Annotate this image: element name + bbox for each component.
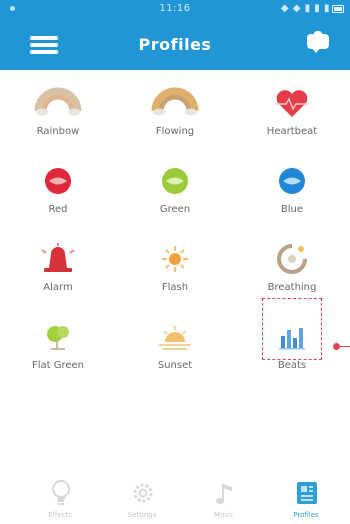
green-lips-icon [150, 162, 200, 200]
profile-flash[interactable]: Flash [117, 226, 233, 304]
lamp-icon [48, 478, 74, 508]
bottom-navigation: Effects Settings Music Profiles [0, 470, 350, 524]
status-bar: 11:16 ◆ ◆ ▮ ▮ ▮ [0, 0, 350, 18]
music-icon [212, 478, 238, 508]
heart-icon [267, 84, 317, 122]
nav-music[interactable]: Music [194, 478, 254, 522]
profile-label: Beats [277, 360, 307, 371]
profile-alarm[interactable]: Alarm [0, 226, 116, 304]
profile-flat-green[interactable]: Flat Green [0, 304, 116, 382]
app-window: 11:16 ◆ ◆ ▮ ▮ ▮ Profiles Rainbow Flowing [0, 0, 350, 524]
battery-icon [332, 5, 344, 13]
nav-effects[interactable]: Effects [30, 478, 90, 522]
annotation-pointer-dot [333, 343, 340, 350]
profile-heartbeat[interactable]: Heartbeat [234, 70, 350, 148]
nav-settings[interactable]: Settings [112, 478, 172, 522]
profile-red[interactable]: Red [0, 148, 116, 226]
profile-green[interactable]: Green [117, 148, 233, 226]
profile-label: Green [159, 204, 191, 215]
profile-label: Flat Green [31, 360, 85, 371]
profile-beats[interactable]: Beats [234, 298, 350, 382]
breathing-icon [267, 240, 317, 278]
profiles-icon [294, 478, 320, 508]
profile-label: Rainbow [36, 126, 80, 137]
sunset-icon [150, 318, 200, 356]
nav-label: Music [214, 511, 234, 519]
status-icons: ◆ ◆ ▮ ▮ ▮ [280, 3, 330, 14]
profile-label: Heartbeat [266, 126, 318, 137]
profile-breathing[interactable]: Breathing [234, 226, 350, 304]
profile-label: Alarm [43, 282, 73, 293]
profile-flowing[interactable]: Flowing [117, 70, 233, 148]
flash-icon [150, 240, 200, 278]
app-bar: Profiles [0, 18, 350, 70]
red-lips-icon [33, 162, 83, 200]
rainbow-icon [33, 84, 83, 122]
beats-bars-icon [267, 318, 317, 356]
profile-rainbow[interactable]: Rainbow [0, 70, 116, 148]
profile-label: Sunset [157, 360, 193, 371]
nav-profiles[interactable]: Profiles [276, 478, 336, 522]
nav-label: Effects [48, 511, 72, 519]
profile-label: Flash [161, 282, 189, 293]
profile-blue[interactable]: Blue [234, 148, 350, 226]
flowing-rainbow-icon [150, 84, 200, 122]
profile-sunset[interactable]: Sunset [117, 304, 233, 382]
profile-label: Flowing [155, 126, 195, 137]
nav-label: Profiles [293, 511, 319, 519]
chat-bubble-icon[interactable] [306, 31, 332, 55]
blue-lips-icon [267, 162, 317, 200]
page-title: Profiles [138, 35, 212, 54]
profile-label: Red [48, 204, 68, 215]
profile-label: Breathing [267, 282, 317, 293]
gear-icon [130, 478, 156, 508]
nav-label: Settings [127, 511, 157, 519]
flat-green-icon [33, 318, 83, 356]
profile-label: Blue [280, 204, 304, 215]
alarm-icon [33, 240, 83, 278]
